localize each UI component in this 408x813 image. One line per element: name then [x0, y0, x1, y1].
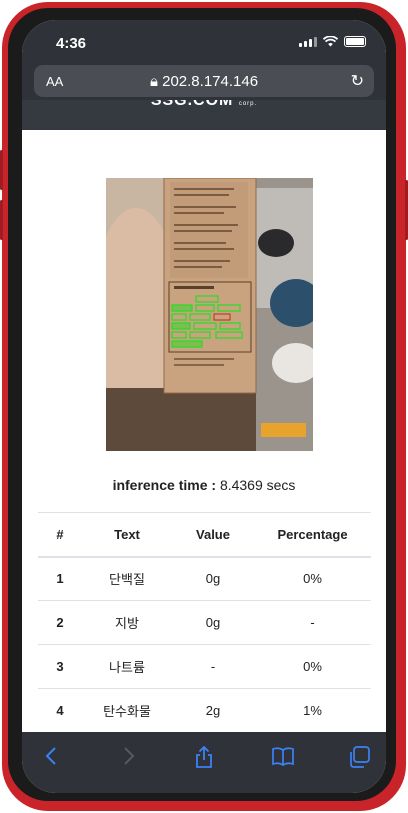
screen: 4:36 AA 🔒︎ 202.8.174.146 ↻ SSG.COM corp.…	[22, 20, 386, 793]
table-row: 4 탄수화물 2g 1%	[38, 688, 371, 733]
address-bar[interactable]: AA 🔒︎ 202.8.174.146 ↻	[34, 65, 374, 97]
row-value: -	[172, 644, 254, 689]
row-number: 1	[38, 556, 82, 601]
inference-result-image	[106, 178, 313, 451]
site-header: SSG.COM corp.	[22, 100, 386, 130]
table-header-row: # Text Value Percentage	[38, 512, 371, 558]
header-text: Text	[82, 512, 172, 558]
status-icons	[299, 36, 366, 47]
volume-down-button	[0, 200, 3, 240]
tabs-icon[interactable]	[348, 746, 370, 774]
row-text: 나트륨	[82, 644, 172, 689]
row-percentage: -	[254, 600, 371, 645]
row-percentage: 0%	[254, 644, 371, 689]
row-text: 지방	[82, 600, 172, 645]
header-value: Value	[172, 512, 254, 558]
row-text: 탄수화물	[82, 688, 172, 733]
share-icon[interactable]	[194, 745, 214, 774]
bookmarks-icon[interactable]	[272, 746, 294, 772]
site-logo[interactable]: SSG.COM corp.	[22, 100, 386, 110]
row-value: 0g	[172, 556, 254, 601]
inference-time-label: inference time :	[112, 477, 217, 493]
page-content: inference time : 8.4369 secs # Text Valu…	[22, 130, 386, 777]
inference-time: inference time : 8.4369 secs	[22, 477, 386, 493]
inference-time-value: 8.4369 secs	[219, 477, 296, 493]
signal-icon	[299, 36, 317, 47]
lock-icon: 🔒︎	[149, 73, 158, 90]
header-number: #	[38, 512, 82, 558]
reload-icon[interactable]: ↻	[351, 71, 364, 91]
table-row: 1 단백질 0g 0%	[38, 556, 371, 601]
status-bar: 4:36	[22, 20, 386, 60]
back-chevron-icon[interactable]	[44, 746, 58, 772]
status-time: 4:36	[56, 35, 87, 52]
battery-icon	[344, 36, 366, 47]
header-percentage: Percentage	[254, 512, 371, 558]
browser-toolbar	[22, 732, 386, 793]
row-text: 단백질	[82, 556, 172, 601]
forward-chevron-icon[interactable]	[122, 746, 136, 772]
table-row: 3 나트륨 - 0%	[38, 644, 371, 689]
row-percentage: 0%	[254, 556, 371, 601]
table-row: 2 지방 0g -	[38, 600, 371, 645]
url-display[interactable]: 🔒︎ 202.8.174.146	[34, 73, 374, 90]
url-text: 202.8.174.146	[162, 73, 259, 90]
row-percentage: 1%	[254, 688, 371, 733]
row-value: 2g	[172, 688, 254, 733]
row-number: 4	[38, 688, 82, 733]
row-number: 2	[38, 600, 82, 645]
wifi-icon	[323, 36, 338, 47]
row-number: 3	[38, 644, 82, 689]
volume-up-button	[0, 150, 3, 190]
row-value: 0g	[172, 600, 254, 645]
